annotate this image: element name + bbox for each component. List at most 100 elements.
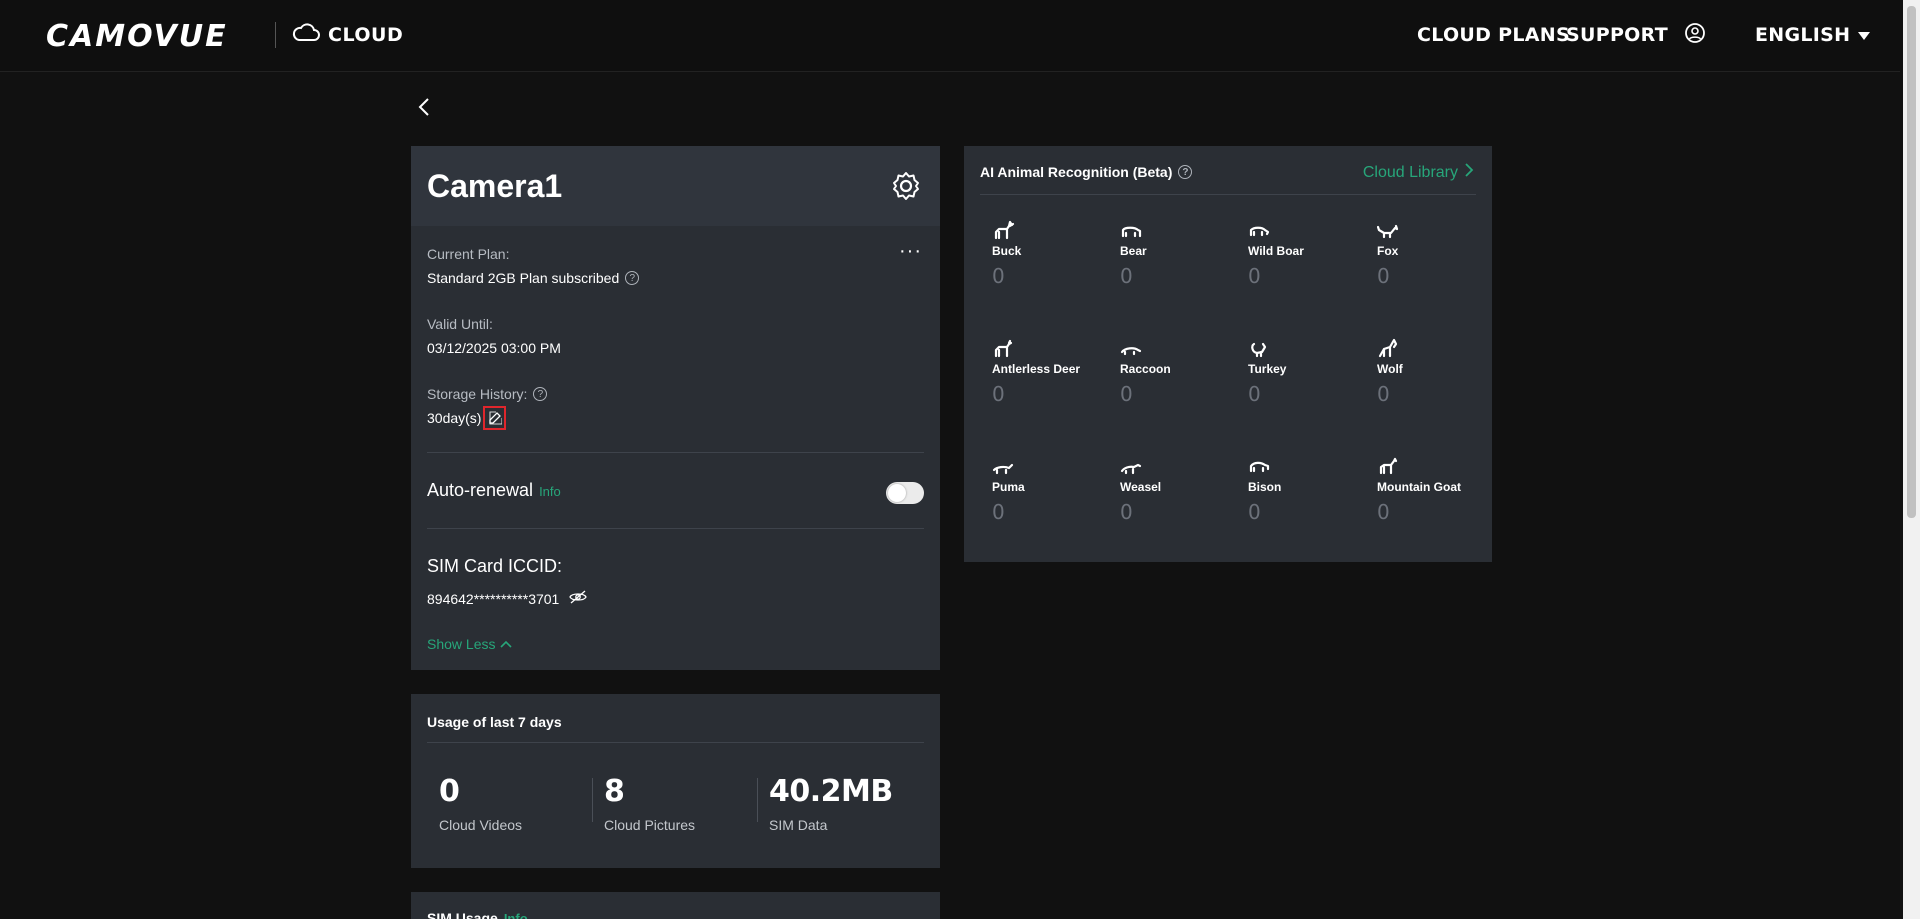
language-selector[interactable]: ENGLISH xyxy=(1755,22,1871,48)
stat-sim-data: 40.2MB SIM Data xyxy=(769,774,893,833)
animal-count: 0 xyxy=(992,500,1005,524)
caret-down-icon xyxy=(1858,32,1871,40)
animal-stat-wolf[interactable]: Wolf 0 xyxy=(1377,338,1505,406)
ai-recognition-card: AI Animal Recognition (Beta) ? Cloud Lib… xyxy=(964,146,1492,562)
camera-settings-button[interactable] xyxy=(890,170,922,202)
cloud-library-label: Cloud Library xyxy=(1362,163,1458,181)
animal-stat-antlerless-deer[interactable]: Antlerless Deer 0 xyxy=(992,338,1120,406)
fox-icon xyxy=(1377,220,1505,240)
animal-count: 0 xyxy=(1120,382,1133,406)
bison-icon xyxy=(1248,456,1376,476)
storage-history-row-label: Storage History: ? xyxy=(427,386,548,402)
animal-stat-weasel[interactable]: Weasel 0 xyxy=(1120,456,1248,524)
stat-value: 0 xyxy=(439,774,460,809)
edit-storage-history-button[interactable] xyxy=(483,406,507,430)
user-account-button[interactable] xyxy=(1684,22,1706,48)
cloud-brand[interactable]: CLOUD xyxy=(292,22,403,48)
animal-count: 0 xyxy=(1120,264,1133,288)
current-plan-label: Current Plan: xyxy=(427,246,510,262)
animal-count: 0 xyxy=(1377,500,1390,524)
edit-icon xyxy=(489,411,502,425)
auto-renewal-label: Auto-renewal xyxy=(427,480,534,500)
current-plan-row: Standard 2GB Plan subscribed ? xyxy=(427,270,640,286)
sim-iccid-label: SIM Card ICCID: xyxy=(427,556,563,576)
animal-stat-mountain-goat[interactable]: Mountain Goat 0 xyxy=(1377,456,1505,524)
animal-name: Antlerless Deer xyxy=(992,362,1081,376)
animal-name: Fox xyxy=(1377,244,1399,258)
sim-usage-info-link[interactable]: Info xyxy=(504,911,528,919)
sim-usage-card: SIM Usage Info xyxy=(411,892,940,919)
camovue-logo[interactable]: CAMOVUE xyxy=(46,18,228,54)
stat-separator xyxy=(592,778,593,822)
buck-icon xyxy=(992,220,1120,240)
nav-support[interactable]: SUPPORT xyxy=(1566,22,1668,48)
cloud-icon xyxy=(292,22,320,48)
animal-count: 0 xyxy=(1248,264,1261,288)
show-less-toggle[interactable]: Show Less xyxy=(427,636,513,652)
section-divider xyxy=(427,452,924,453)
more-options-button[interactable]: ··· xyxy=(899,241,922,261)
help-icon[interactable]: ? xyxy=(533,387,548,401)
sim-iccid-value: 894642**********3701 xyxy=(427,590,560,607)
top-header: CAMOVUE CLOUD CLOUD PLANS SUPPORT ENGLIS… xyxy=(0,0,1900,72)
auto-renewal-row: Auto-renewal Info xyxy=(427,480,561,501)
animal-name: Bear xyxy=(1120,244,1147,258)
scrollbar-thumb[interactable] xyxy=(1907,6,1916,518)
stat-separator xyxy=(757,778,758,822)
animal-name: Wolf xyxy=(1377,362,1403,376)
mountain-goat-icon xyxy=(1377,456,1505,476)
nav-cloud-plans[interactable]: CLOUD PLANS xyxy=(1417,22,1570,48)
stat-cloud-pictures: 8 Cloud Pictures xyxy=(604,774,695,833)
animal-stat-buck[interactable]: Buck 0 xyxy=(992,220,1120,288)
eye-hidden-icon[interactable] xyxy=(569,590,588,607)
stat-value: 8 xyxy=(604,774,625,809)
animal-name: Buck xyxy=(992,244,1022,258)
animal-count: 0 xyxy=(992,264,1005,288)
animal-stat-turkey[interactable]: Turkey 0 xyxy=(1248,338,1376,406)
animal-stat-raccoon[interactable]: Raccoon 0 xyxy=(1120,338,1248,406)
cloud-library-link[interactable]: Cloud Library xyxy=(1363,162,1474,183)
sim-usage-title-row: SIM Usage Info xyxy=(427,910,528,919)
valid-until-label: Valid Until: xyxy=(427,316,493,332)
animal-name: Weasel xyxy=(1120,480,1162,494)
animal-count: 0 xyxy=(992,382,1005,406)
user-icon xyxy=(1684,22,1706,49)
usage-title: Usage of last 7 days xyxy=(427,714,562,730)
animal-stat-fox[interactable]: Fox 0 xyxy=(1377,220,1505,288)
animal-stat-bear[interactable]: Bear 0 xyxy=(1120,220,1248,288)
page-scrollbar[interactable] xyxy=(1903,0,1920,919)
auto-renewal-toggle[interactable] xyxy=(886,482,924,504)
auto-renewal-info-link[interactable]: Info xyxy=(539,484,561,499)
current-plan-value: Standard 2GB Plan subscribed xyxy=(427,270,620,286)
ai-divider xyxy=(980,194,1476,195)
storage-history-label: Storage History: xyxy=(427,386,528,402)
animal-stat-puma[interactable]: Puma 0 xyxy=(992,456,1120,524)
stat-cloud-videos: 0 Cloud Videos xyxy=(439,774,522,833)
animal-count: 0 xyxy=(1248,500,1261,524)
usage-divider xyxy=(427,742,924,743)
help-icon[interactable]: ? xyxy=(1178,165,1193,179)
animal-stat-wild-boar[interactable]: Wild Boar 0 xyxy=(1248,220,1376,288)
stat-label: SIM Data xyxy=(769,817,828,833)
wild-boar-icon xyxy=(1248,220,1376,240)
wolf-icon xyxy=(1377,338,1505,358)
toggle-knob xyxy=(888,484,906,502)
animal-count: 0 xyxy=(1377,382,1390,406)
animal-count: 0 xyxy=(1120,500,1133,524)
back-button[interactable] xyxy=(411,96,437,122)
animal-name: Wild Boar xyxy=(1248,244,1304,258)
chevron-up-icon xyxy=(499,636,513,652)
language-label: ENGLISH xyxy=(1755,24,1851,46)
usage-card: Usage of last 7 days 0 Cloud Videos 8 Cl… xyxy=(411,694,940,868)
sim-usage-title: SIM Usage xyxy=(427,910,498,919)
chevron-right-icon xyxy=(1464,162,1474,183)
animal-name: Mountain Goat xyxy=(1377,480,1461,494)
animal-name: Raccoon xyxy=(1120,362,1171,376)
camera-info-card: Camera1 ··· Current Plan: Standard 2GB P… xyxy=(411,146,940,670)
gear-icon xyxy=(890,172,922,206)
cloud-brand-label: CLOUD xyxy=(328,24,404,46)
animal-stat-bison[interactable]: Bison 0 xyxy=(1248,456,1376,524)
turkey-icon xyxy=(1248,338,1376,358)
animal-name: Turkey xyxy=(1248,362,1287,376)
help-icon[interactable]: ? xyxy=(625,271,640,285)
